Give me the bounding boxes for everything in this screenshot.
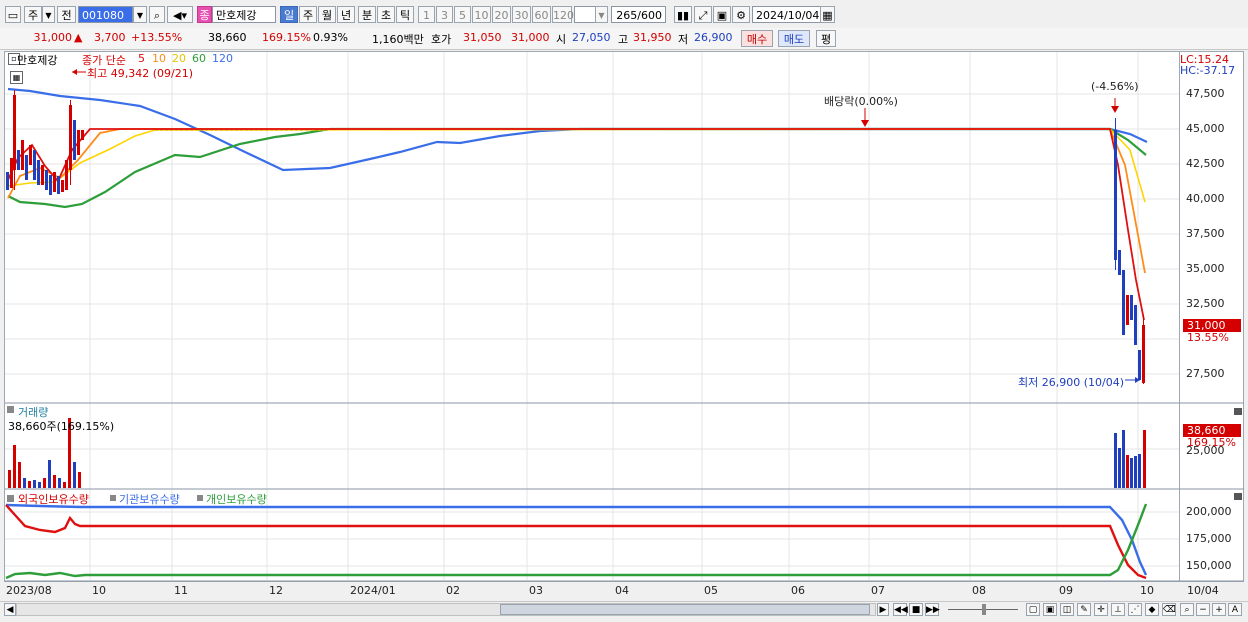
volume-y-tick: 25,000 [1186,444,1225,457]
zoom-slider-handle[interactable] [982,604,986,615]
legend-ma5: 5 [138,52,145,65]
dividend-note: 배당락(0.00%) [824,95,898,108]
y-tick: 27,500 [1186,367,1225,380]
volume-note: 38,660주(169.15%) [8,420,115,433]
holdings-panel-icon [7,495,14,502]
x-tick: 2024/01 [350,584,396,597]
grid-lines [5,52,1179,580]
legend-individual: 개인보유수량 [206,493,267,506]
scroll-left-icon[interactable]: ◀ [4,603,16,616]
zoom-in-icon[interactable]: + [1212,603,1226,616]
ma5-line [7,128,1145,321]
x-tick: 11 [174,584,188,597]
legend-ma20: 20 [172,52,186,65]
legend-ma10: 10 [152,52,166,65]
ruler-icon[interactable]: ⟂ [1111,603,1125,616]
legend-ma60: 60 [192,52,206,65]
change-marker [1111,98,1119,113]
x-tick: 10 [1140,584,1154,597]
y-tick: 45,000 [1186,122,1225,135]
hc-label: HC:-37.17 [1180,64,1236,77]
auto-scale-icon[interactable]: A [1228,603,1242,616]
legend-sep-icon [197,495,203,501]
holdings-y-tick: 175,000 [1186,532,1232,545]
ma60-line [7,127,1147,209]
x-tick: 08 [972,584,986,597]
volume-panel-close-icon[interactable] [1234,408,1242,415]
y-tick: 42,500 [1186,157,1225,170]
foreign-holdings-line [5,504,1147,580]
legend-ma120: 120 [212,52,233,65]
tools-icon[interactable]: ✎ [1077,603,1091,616]
volume-bars [8,418,1146,488]
high-note: 최고 49,342 (09/21) [87,67,194,80]
holdings-y-tick: 200,000 [1186,505,1232,518]
x-tick: 07 [871,584,885,597]
layout-icon[interactable]: ◫ [1060,603,1074,616]
grid-toggle-icon[interactable]: ▦ [10,71,23,84]
x-tick: 10 [92,584,106,597]
split-icon[interactable]: ▣ [1043,603,1057,616]
stop-icon[interactable]: ■ [909,603,923,616]
low-note: 최저 26,900 (10/04) [1018,376,1125,389]
y-tick: 32,500 [1186,297,1225,310]
x-tick: 09 [1059,584,1073,597]
holdings-panel-close-icon[interactable] [1234,493,1242,500]
y-tick: 40,000 [1186,192,1225,205]
individual-holdings-line [5,503,1148,580]
x-axis-right-label: 10/04 [1187,584,1219,597]
institution-holdings-line [5,503,1148,576]
scroll-right-icon[interactable]: ▶ [877,603,889,616]
high-marker [72,69,86,75]
marker-icon[interactable]: ◆ [1145,603,1159,616]
x-tick: 02 [446,584,460,597]
chart-svg [5,52,1244,582]
legend-stock-name: 만호제강 [17,54,58,67]
x-tick: 05 [704,584,718,597]
change-note: (-4.56%) [1091,80,1139,93]
y-tick: 37,500 [1186,227,1225,240]
x-tick: 04 [615,584,629,597]
pattern-icon[interactable]: ⋰ [1128,603,1142,616]
legend-institution: 기관보유수량 [119,493,180,506]
ma20-line [7,128,1146,203]
window-icon[interactable]: ▢ [1026,603,1040,616]
x-tick: 06 [791,584,805,597]
ma10-line [7,128,1146,274]
legend-sep-icon [110,495,116,501]
zoom-search-icon[interactable]: ⌕ [1180,603,1194,616]
zoom-out-icon[interactable]: − [1196,603,1210,616]
y-tick: 47,500 [1186,87,1225,100]
holdings-y-tick: 150,000 [1186,559,1232,572]
x-tick: 12 [269,584,283,597]
volume-panel-icon [7,406,14,413]
erase-icon[interactable]: ⌫ [1162,603,1176,616]
x-tick: 03 [529,584,543,597]
forward-icon[interactable]: ▶▶ [925,603,940,616]
rewind-icon[interactable]: ◀◀ [893,603,908,616]
scroll-thumb[interactable] [500,604,870,615]
y-tick: 35,000 [1186,262,1225,275]
legend-foreign: 외국인보유수량 [18,493,89,506]
pct-tag: 13.55% [1187,331,1229,344]
x-tick: 2023/08 [6,584,52,597]
crosshair-icon[interactable]: ✛ [1094,603,1108,616]
dividend-marker [861,108,869,127]
